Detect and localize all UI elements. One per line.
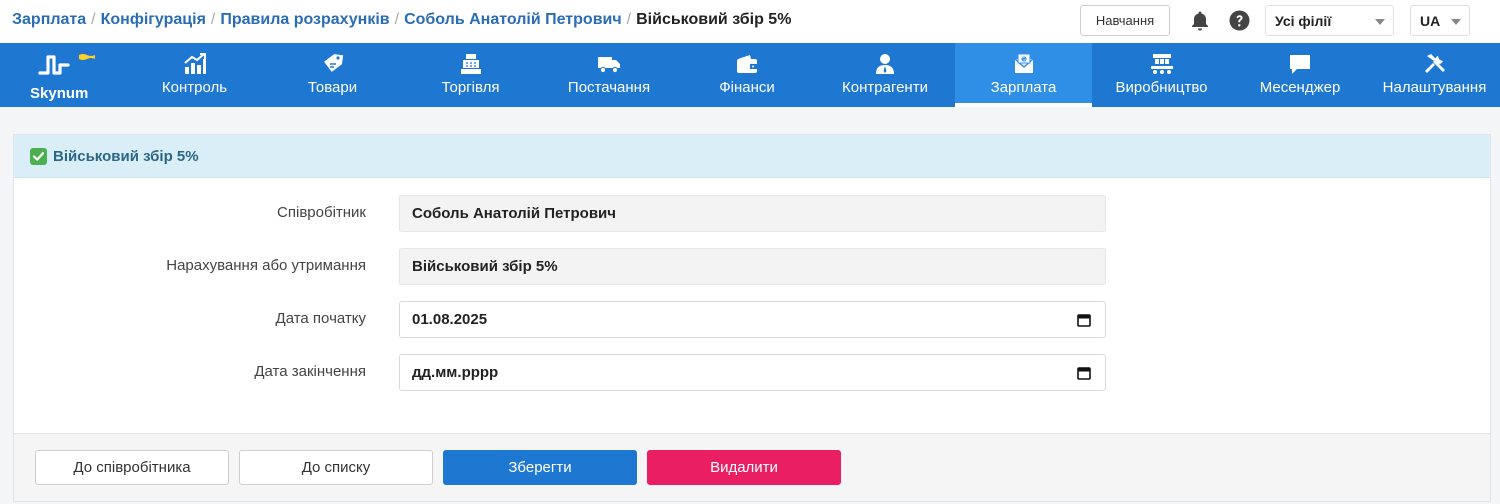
cash-register-icon [460, 54, 481, 74]
save-button[interactable]: Зберегти [443, 450, 637, 485]
end-date-value: дд.мм.рррр [412, 364, 499, 381]
logo-mark-icon [38, 55, 70, 75]
nav-item-trade[interactable]: Торгівля [401, 43, 540, 107]
form-row-accrual: Нарахування або утримання Військовий збі… [14, 248, 1490, 285]
panel-header: Військовий збір 5% [14, 135, 1490, 178]
top-bar: Зарплата / Конфігурація / Правила розрахункі… [0, 0, 1500, 43]
nav-label: Налаштування [1382, 79, 1487, 96]
truck-icon [598, 57, 620, 74]
nav-item-products[interactable]: Товари [264, 43, 401, 107]
panel-footer: До співробітника До списку Зберегти Вида… [14, 433, 1490, 501]
to-list-button[interactable]: До списку [239, 450, 433, 485]
rule-panel: Військовий збір 5% Співробітник Соболь А… [13, 134, 1491, 502]
price-tag-icon [323, 54, 343, 72]
breadcrumb-item-salary[interactable]: Зарплата [12, 11, 86, 28]
chevron-down-icon [1375, 19, 1385, 25]
panel-title: Військовий збір 5% [53, 148, 199, 165]
nav-label: Зарплата [990, 79, 1057, 96]
nav-label: Виробництво [1115, 79, 1208, 96]
chat-bubble-icon [1290, 55, 1310, 74]
breadcrumb-separator: / [91, 11, 96, 28]
form-row-start-date: Дата початку 01.08.2025 [14, 301, 1490, 338]
nav-item-supply[interactable]: Постачання [540, 43, 678, 107]
start-date-value: 01.08.2025 [412, 311, 488, 328]
nav-label: Месенджер [1259, 79, 1341, 96]
breadcrumb-separator: / [394, 11, 400, 28]
nav-item-counterparties[interactable]: Контрагенти [816, 43, 954, 107]
nav-item-messenger[interactable]: Месенджер [1231, 43, 1369, 107]
main-navbar: Skynum Контроль Товари Торгівля Постачан… [0, 43, 1500, 107]
accrual-field: Військовий збір 5% [399, 248, 1106, 285]
branch-select[interactable]: Усі філії [1265, 5, 1394, 36]
breadcrumb-separator: / [626, 11, 632, 28]
nav-item-control[interactable]: Контроль [125, 43, 264, 107]
breadcrumb-separator: / [210, 11, 216, 28]
training-button[interactable]: Навчання [1080, 5, 1170, 36]
end-date-label: Дата закінчення [254, 363, 366, 380]
start-date-label: Дата початку [275, 310, 366, 327]
language-select[interactable]: UA [1410, 5, 1470, 36]
nav-label: Контрагенти [842, 79, 928, 96]
chart-growth-icon [183, 53, 206, 74]
checkbox-checked-icon [30, 148, 47, 165]
factory-conveyor-icon [1150, 54, 1173, 74]
nav-item-settings[interactable]: Налаштування [1369, 43, 1500, 107]
calendar-icon[interactable] [1077, 313, 1091, 327]
breadcrumb-item-calculation-rules[interactable]: Правила розрахунків [220, 11, 389, 28]
bell-icon[interactable] [1190, 10, 1210, 32]
calendar-icon[interactable] [1077, 366, 1091, 380]
breadcrumb-item-employee[interactable]: Соболь Анатолій Петрович [404, 11, 622, 28]
form-row-end-date: Дата закінчення дд.мм.рррр [14, 354, 1490, 391]
wallet-icon [737, 55, 757, 73]
chevron-down-icon [1451, 19, 1461, 25]
form-row-employee: Співробітник Соболь Анатолій Петрович [14, 195, 1490, 232]
to-employee-button[interactable]: До співробітника [35, 450, 229, 485]
skynum-logo[interactable]: Skynum [0, 43, 122, 107]
nav-label: Фінанси [719, 79, 775, 96]
nav-label: Торгівля [441, 79, 500, 96]
breadcrumb-item-configuration[interactable]: Конфігурація [101, 11, 206, 28]
breadcrumb-current: Військовий збір 5% [636, 11, 792, 28]
person-icon [876, 54, 894, 74]
breadcrumb: Зарплата / Конфігурація / Правила розрахункі… [12, 11, 791, 29]
nav-label: Постачання [567, 79, 651, 96]
nav-label: Контроль [161, 79, 228, 96]
svg-text:₴: ₴ [1020, 56, 1026, 64]
tools-icon [1424, 54, 1445, 73]
logo-text: Skynum [30, 85, 89, 102]
accrual-label: Нарахування або утримання [166, 257, 366, 274]
delete-button[interactable]: Видалити [647, 450, 841, 485]
payroll-envelope-icon: ₴ [1014, 53, 1033, 73]
employee-field: Соболь Анатолій Петрович [399, 195, 1106, 232]
nav-item-production[interactable]: Виробництво [1092, 43, 1231, 107]
help-question-icon[interactable] [1229, 10, 1250, 31]
end-date-input[interactable]: дд.мм.рррр [399, 354, 1106, 391]
start-date-input[interactable]: 01.08.2025 [399, 301, 1106, 338]
branch-select-value: Усі філії [1275, 12, 1332, 29]
nav-item-finance[interactable]: Фінанси [678, 43, 816, 107]
language-select-value: UA [1420, 12, 1441, 29]
nav-item-salary[interactable]: ₴ Зарплата [955, 43, 1092, 107]
nav-label: Товари [307, 79, 358, 96]
employee-label: Співробітник [277, 204, 366, 221]
ukraine-flag-icon [79, 50, 95, 60]
